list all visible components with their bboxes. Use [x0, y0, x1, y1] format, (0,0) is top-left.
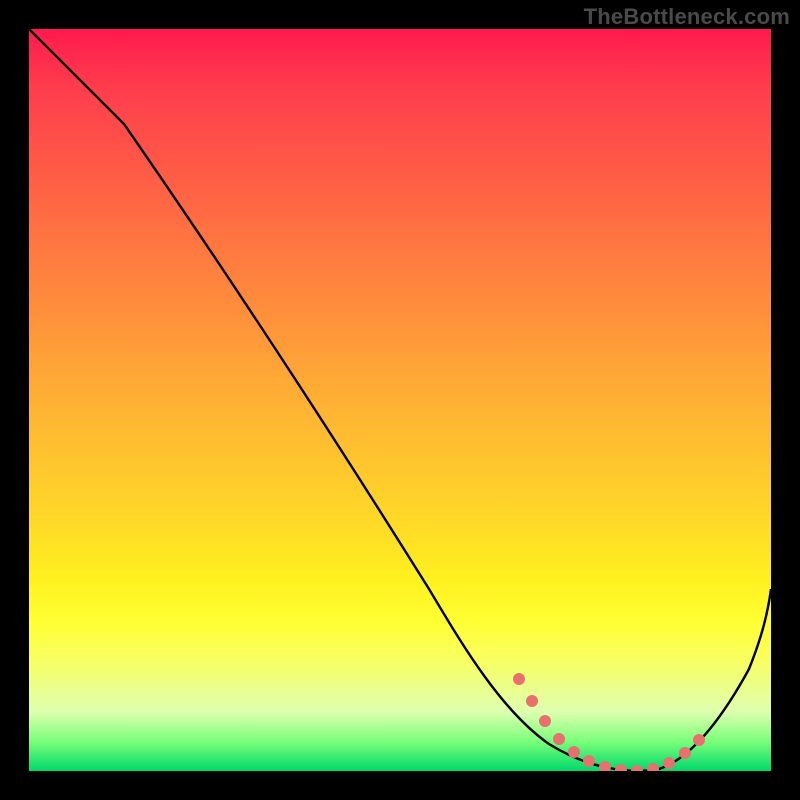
marker-dot: [568, 746, 580, 758]
watermark-text: TheBottleneck.com: [584, 4, 790, 30]
curve-layer: [29, 29, 771, 771]
marker-dot: [663, 757, 675, 769]
marker-dot: [553, 733, 565, 745]
marker-group: [513, 673, 705, 771]
marker-dot: [539, 715, 551, 727]
bottleneck-curve: [29, 29, 771, 771]
marker-dot: [615, 764, 627, 771]
marker-dot: [513, 673, 525, 685]
marker-dot: [599, 761, 611, 771]
marker-dot: [631, 765, 643, 771]
marker-dot: [693, 734, 705, 746]
marker-dot: [647, 763, 659, 771]
marker-dot: [583, 755, 595, 767]
chart-plot-area: [29, 29, 771, 771]
marker-dot: [679, 747, 691, 759]
marker-dot: [526, 695, 538, 707]
